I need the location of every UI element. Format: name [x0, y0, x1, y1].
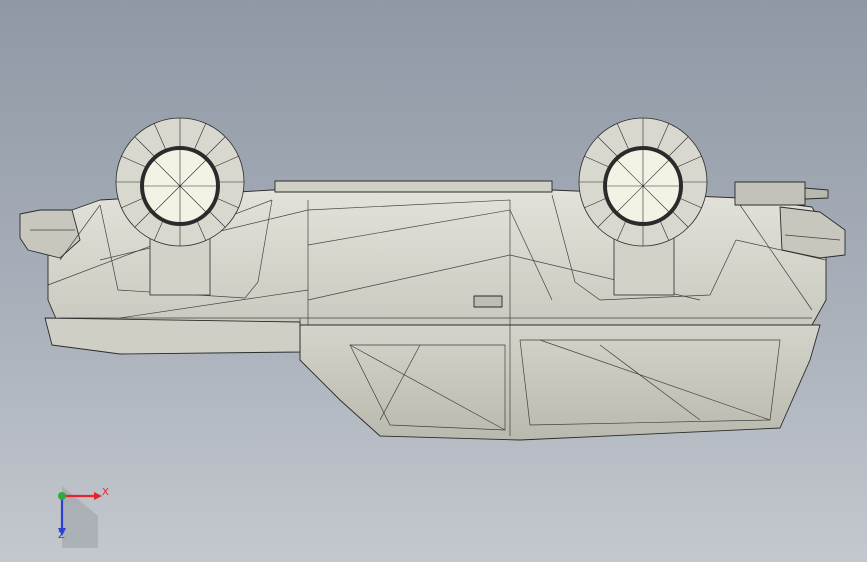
x-axis-label: X [102, 487, 109, 498]
y-axis-dot [58, 492, 66, 500]
z-axis-label: Z [58, 530, 65, 541]
car-model-view[interactable] [0, 0, 867, 562]
graphics-viewport[interactable]: X Z [0, 0, 867, 562]
